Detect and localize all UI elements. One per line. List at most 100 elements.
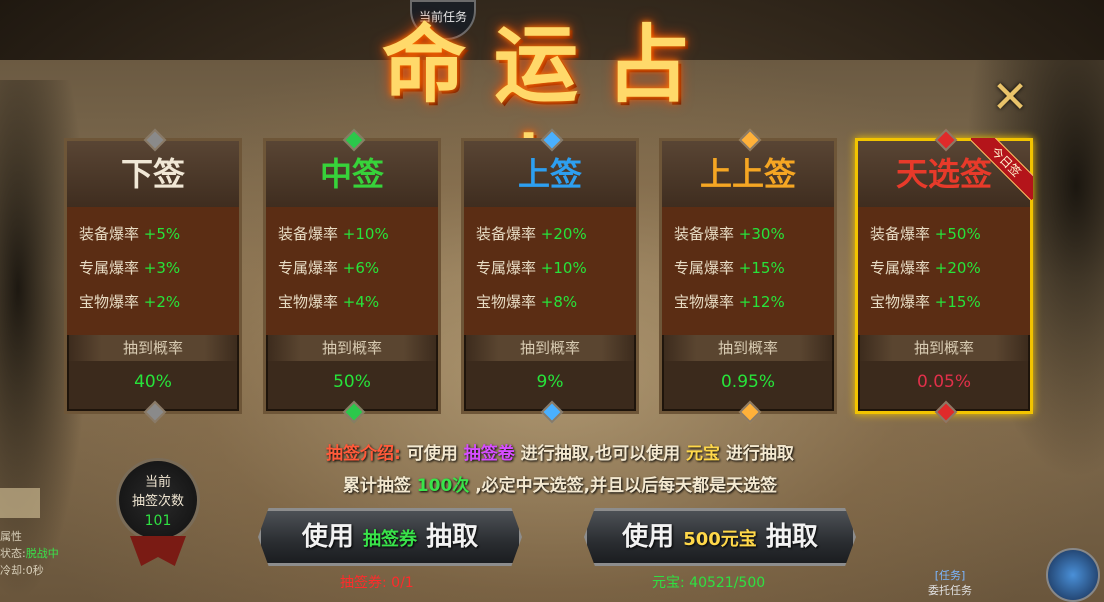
stat-value: +30% xyxy=(738,225,785,243)
stat-label: 宝物爆率 xyxy=(674,293,735,311)
card-title: 上签 xyxy=(464,141,636,207)
stat-value: +6% xyxy=(342,259,380,277)
stat-row: 宝物爆率 +4% xyxy=(266,285,438,319)
stat-value: +12% xyxy=(738,293,785,311)
side-status-panel: 属性 状态:脱战中 冷却:0秒 xyxy=(0,528,80,579)
probability-value: 50% xyxy=(333,372,371,392)
stat-value: +4% xyxy=(342,293,380,311)
probability-value: 0.95% xyxy=(720,372,775,392)
stat-value: +2% xyxy=(143,293,181,311)
stat-label: 专属爆率 xyxy=(870,259,931,277)
intro-text-5: ,必定中天选签,并且以后每天都是天选签 xyxy=(475,476,778,496)
page-title: 命运占卜 xyxy=(381,15,718,224)
stat-value: +50% xyxy=(934,225,981,243)
stat-label: 装备爆率 xyxy=(870,225,931,243)
intro-label: 抽签介绍: xyxy=(326,444,401,464)
card-stats: 装备爆率 +50% 专属爆率 +20% 宝物爆率 +15% xyxy=(858,207,1030,335)
stat-value: +8% xyxy=(540,293,578,311)
side-attr[interactable]: 属性 xyxy=(0,528,80,545)
stat-label: 装备爆率 xyxy=(79,225,140,243)
intro-text-2: 进行抽取,也可以使用 xyxy=(520,444,681,464)
card-title: 下签 xyxy=(67,141,239,207)
stat-label: 专属爆率 xyxy=(674,259,735,277)
today-ribbon: 今日签 xyxy=(971,138,1033,200)
stat-value: +10% xyxy=(342,225,389,243)
probability-label: 抽到概率 xyxy=(266,335,438,361)
ribbon-label: 今日签 xyxy=(971,138,1033,200)
draw-with-ticket-button[interactable]: 使用 抽签券 抽取 xyxy=(258,508,522,566)
stat-row: 专属爆率 +20% xyxy=(858,251,1030,285)
intro-text-3: 进行抽取 xyxy=(725,444,794,464)
stat-row: 宝物爆率 +8% xyxy=(464,285,636,319)
stat-row: 专属爆率 +15% xyxy=(662,251,834,285)
probability-value: 9% xyxy=(536,372,564,392)
stat-row: 专属爆率 +10% xyxy=(464,251,636,285)
stat-value: +20% xyxy=(540,225,587,243)
card-stats: 装备爆率 +10% 专属爆率 +6% 宝物爆率 +4% xyxy=(266,207,438,335)
counter-label-2: 抽签次数 xyxy=(131,494,184,509)
probability-label: 抽到概率 xyxy=(464,335,636,361)
close-icon[interactable]: ✕ xyxy=(990,76,1030,120)
stat-value: +15% xyxy=(738,259,785,277)
stat-row: 专属爆率 +3% xyxy=(67,251,239,285)
stat-label: 专属爆率 xyxy=(278,259,339,277)
stat-value: +10% xyxy=(540,259,587,277)
stat-label: 宝物爆率 xyxy=(79,293,140,311)
intro-ticket: 抽签卷 xyxy=(463,444,515,464)
cool-value: 0秒 xyxy=(25,564,44,577)
card-stats: 装备爆率 +30% 专属爆率 +15% 宝物爆率 +12% xyxy=(662,207,834,335)
fortune-card: 上签 装备爆率 +20% 专属爆率 +10% 宝物爆率 +8% 抽到概率 9% xyxy=(461,128,639,424)
probability-label: 抽到概率 xyxy=(67,335,239,361)
stat-row: 宝物爆率 +15% xyxy=(858,285,1030,319)
probability-value: 0.05% xyxy=(916,372,971,392)
probability-label: 抽到概率 xyxy=(662,335,834,361)
draw-with-gold-button[interactable]: 使用 500元宝 抽取 xyxy=(584,508,856,566)
gold-count: 元宝: 40521/500 xyxy=(652,575,766,591)
stat-row: 装备爆率 +5% xyxy=(67,217,239,251)
stat-row: 专属爆率 +6% xyxy=(266,251,438,285)
ticket-btn-pre: 使用 xyxy=(301,522,354,552)
state-value: 脱战中 xyxy=(25,547,59,560)
counter-label-1: 当前 xyxy=(144,475,171,490)
stat-row: 宝物爆率 +2% xyxy=(67,285,239,319)
probability-label: 抽到概率 xyxy=(858,335,1030,361)
fortune-card: 下签 装备爆率 +5% 专属爆率 +3% 宝物爆率 +2% 抽到概率 40% xyxy=(64,128,242,424)
stat-label: 专属爆率 xyxy=(79,259,140,277)
counter-value: 101 xyxy=(144,513,172,529)
stat-row: 装备爆率 +50% xyxy=(858,217,1030,251)
task-link[interactable]: [任务] xyxy=(920,568,980,583)
stat-row: 宝物爆率 +12% xyxy=(662,285,834,319)
intro-count: 100次 xyxy=(416,476,470,496)
stat-value: +5% xyxy=(143,225,181,243)
ticket-btn-post: 抽取 xyxy=(426,522,479,552)
ticket-btn-mid: 抽签券 xyxy=(363,529,417,550)
intro-gold: 元宝 xyxy=(686,444,721,464)
scroll-icon xyxy=(0,488,40,518)
gold-btn-mid: 500元宝 xyxy=(683,529,757,550)
stat-label: 装备爆率 xyxy=(278,225,339,243)
stat-label: 装备爆率 xyxy=(674,225,735,243)
fortune-card: 中签 装备爆率 +10% 专属爆率 +6% 宝物爆率 +4% 抽到概率 50% xyxy=(263,128,441,424)
intro-text-4: 累计抽签 xyxy=(342,476,411,496)
stat-row: 装备爆率 +10% xyxy=(266,217,438,251)
orb-icon[interactable] xyxy=(1046,548,1100,602)
stat-value: +15% xyxy=(934,293,981,311)
entrust-task-link[interactable]: 委托任务 xyxy=(920,583,980,598)
probability-value: 40% xyxy=(134,372,172,392)
stat-label: 装备爆率 xyxy=(476,225,537,243)
ticket-count: 抽签券: 0/1 xyxy=(340,575,414,591)
state-label: 状态: xyxy=(0,547,26,560)
stat-label: 宝物爆率 xyxy=(278,293,339,311)
stat-label: 宝物爆率 xyxy=(476,293,537,311)
stat-row: 装备爆率 +30% xyxy=(662,217,834,251)
fortune-card: 上上签 装备爆率 +30% 专属爆率 +15% 宝物爆率 +12% 抽到概率 0.95% xyxy=(659,128,837,424)
stat-label: 专属爆率 xyxy=(476,259,537,277)
stat-value: +3% xyxy=(143,259,181,277)
card-stats: 装备爆率 +20% 专属爆率 +10% 宝物爆率 +8% xyxy=(464,207,636,335)
intro-text-1: 可使用 xyxy=(406,444,458,464)
fortune-card: 天选签 装备爆率 +50% 专属爆率 +20% 宝物爆率 +15% 抽到概率 0.05% 今… xyxy=(855,128,1033,424)
stat-row: 装备爆率 +20% xyxy=(464,217,636,251)
stat-value: +20% xyxy=(934,259,981,277)
card-stats: 装备爆率 +5% 专属爆率 +3% 宝物爆率 +2% xyxy=(67,207,239,335)
side-task-panel[interactable]: [任务] 委托任务 xyxy=(920,568,980,598)
